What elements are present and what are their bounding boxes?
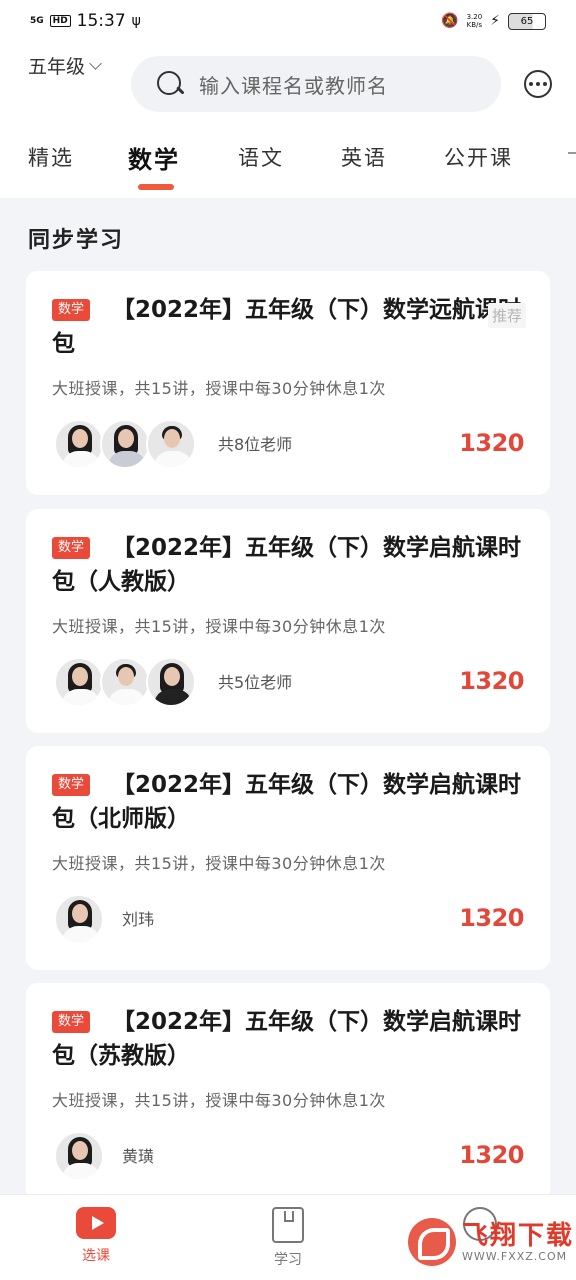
mute-icon: 🔕 xyxy=(441,13,459,29)
course-desc: 大班授课，共15讲，授课中每30分钟休息1次 xyxy=(52,1091,386,1110)
tab-open-class[interactable]: 公开课 xyxy=(444,142,513,172)
status-bar: 5G HD 15:37 ψ 🔕 3.20 KB/s ⚡ 65 xyxy=(0,0,576,42)
avatar xyxy=(54,419,104,469)
tab-math[interactable]: 数学 xyxy=(128,140,180,175)
watermark-url: WWW.FXXZ.COM xyxy=(462,1249,568,1263)
subject-tag: 数学 xyxy=(52,774,91,796)
hd-indicator: HD xyxy=(49,15,71,27)
battery-level: 65 xyxy=(520,15,534,27)
battery-icon: 65 xyxy=(508,12,546,30)
tab-chinese[interactable]: 语文 xyxy=(238,142,284,172)
teacher-name: 刘玮 xyxy=(122,910,155,929)
course-card[interactable]: 数学 【2022年】五年级（下）数学启航课时包（北师版） 大班授课，共15讲，授课… xyxy=(26,746,550,970)
avatar xyxy=(146,657,196,707)
usb-icon: ψ xyxy=(131,13,141,29)
course-desc: 大班授课，共15讲，授课中每30分钟休息1次 xyxy=(52,379,386,398)
header: 五年级 输入课程名或教师名 精选 数学 语文 英语 公开课 xyxy=(0,42,576,198)
subject-tag: 数学 xyxy=(52,1011,91,1033)
course-desc: 大班授课，共15讲，授课中每30分钟休息1次 xyxy=(52,617,386,636)
book-icon xyxy=(272,1207,304,1243)
tab-english[interactable]: 英语 xyxy=(341,142,387,172)
active-tab-indicator xyxy=(138,184,174,190)
avatar xyxy=(54,1131,104,1181)
clock: 15:37 xyxy=(76,11,126,31)
course-title-text: 【2022年】五年级（下）数学启航课时包（苏教版） xyxy=(52,1009,522,1069)
nav-label: 选课 xyxy=(82,1248,110,1264)
app-screen: 5G HD 15:37 ψ 🔕 3.20 KB/s ⚡ 65 五年级 输入课程名… xyxy=(0,0,576,1280)
grade-label: 五年级 xyxy=(28,56,86,78)
teacher-avatars xyxy=(54,657,196,707)
course-desc: 大班授课，共15讲，授课中每30分钟休息1次 xyxy=(52,854,386,873)
teacher-count: 共5位老师 xyxy=(218,673,293,692)
subject-tag: 数学 xyxy=(52,299,91,321)
course-price: 1320 xyxy=(459,904,524,932)
avatar xyxy=(100,657,150,707)
avatar xyxy=(146,419,196,469)
course-price: 1320 xyxy=(459,667,524,695)
teacher-name: 黄璜 xyxy=(122,1147,155,1166)
subject-tabs: 精选 数学 语文 英语 公开课 xyxy=(0,138,576,198)
course-card[interactable]: 数学 【2022年】五年级（下）数学启航课时包（人教版） 大班授课，共15讲，授课… xyxy=(26,509,550,733)
chevron-down-icon xyxy=(89,56,102,70)
course-card[interactable]: 数学 【2022年】五年级（下）数学远航课时包 推荐 大班授课，共15讲，授课中每… xyxy=(26,271,550,495)
course-title: 数学 【2022年】五年级（下）数学启航课时包（北师版） xyxy=(52,768,522,836)
nav-label: 学习 xyxy=(274,1252,302,1268)
avatar xyxy=(100,419,150,469)
teacher-avatars xyxy=(54,1131,104,1181)
course-title-text: 【2022年】五年级（下）数学启航课时包（北师版） xyxy=(52,772,522,832)
search-input[interactable]: 输入课程名或教师名 xyxy=(199,70,388,99)
course-title: 数学 【2022年】五年级（下）数学远航课时包 xyxy=(52,293,522,361)
speed-value: 3.20 xyxy=(466,13,483,21)
teacher-count: 共8位老师 xyxy=(218,435,293,454)
message-icon[interactable] xyxy=(524,70,552,98)
charging-icon: ⚡ xyxy=(490,13,500,29)
play-icon xyxy=(76,1207,116,1239)
course-price: 1320 xyxy=(459,429,524,457)
search-bar[interactable]: 输入课程名或教师名 xyxy=(131,56,501,112)
course-title-text: 【2022年】五年级（下）数学远航课时包 xyxy=(52,297,522,357)
course-title: 数学 【2022年】五年级（下）数学启航课时包（苏教版） xyxy=(52,1005,522,1073)
course-price: 1320 xyxy=(459,1141,524,1169)
teacher-avatars xyxy=(54,894,104,944)
nav-courses[interactable]: 选课 xyxy=(66,1207,126,1265)
nav-study[interactable]: 学习 xyxy=(258,1207,318,1269)
avatar xyxy=(54,657,104,707)
tab-featured[interactable]: 精选 xyxy=(28,142,74,172)
more-tabs-indicator xyxy=(568,152,576,154)
network-speed: 3.20 KB/s xyxy=(467,13,483,29)
network-indicator: 5G xyxy=(30,15,44,26)
speed-unit: KB/s xyxy=(466,21,483,29)
watermark-text: 飞翔下载 xyxy=(462,1220,575,1251)
section-title: 同步学习 xyxy=(28,228,125,253)
watermark-logo-icon xyxy=(408,1218,456,1266)
subject-tag: 数学 xyxy=(52,537,91,559)
search-icon xyxy=(155,69,185,99)
avatar xyxy=(54,894,104,944)
recommend-badge: 推荐 xyxy=(487,303,526,328)
course-title-text: 【2022年】五年级（下）数学启航课时包（人教版） xyxy=(52,535,522,595)
teacher-avatars xyxy=(54,419,196,469)
course-title: 数学 【2022年】五年级（下）数学启航课时包（人教版） xyxy=(52,531,522,599)
watermark: 飞翔下载 WWW.FXXZ.COM xyxy=(408,1218,574,1266)
grade-selector[interactable]: 五年级 xyxy=(28,52,102,79)
course-card[interactable]: 数学 【2022年】五年级（下）数学启航课时包（苏教版） 大班授课，共15讲，授课… xyxy=(26,983,550,1207)
